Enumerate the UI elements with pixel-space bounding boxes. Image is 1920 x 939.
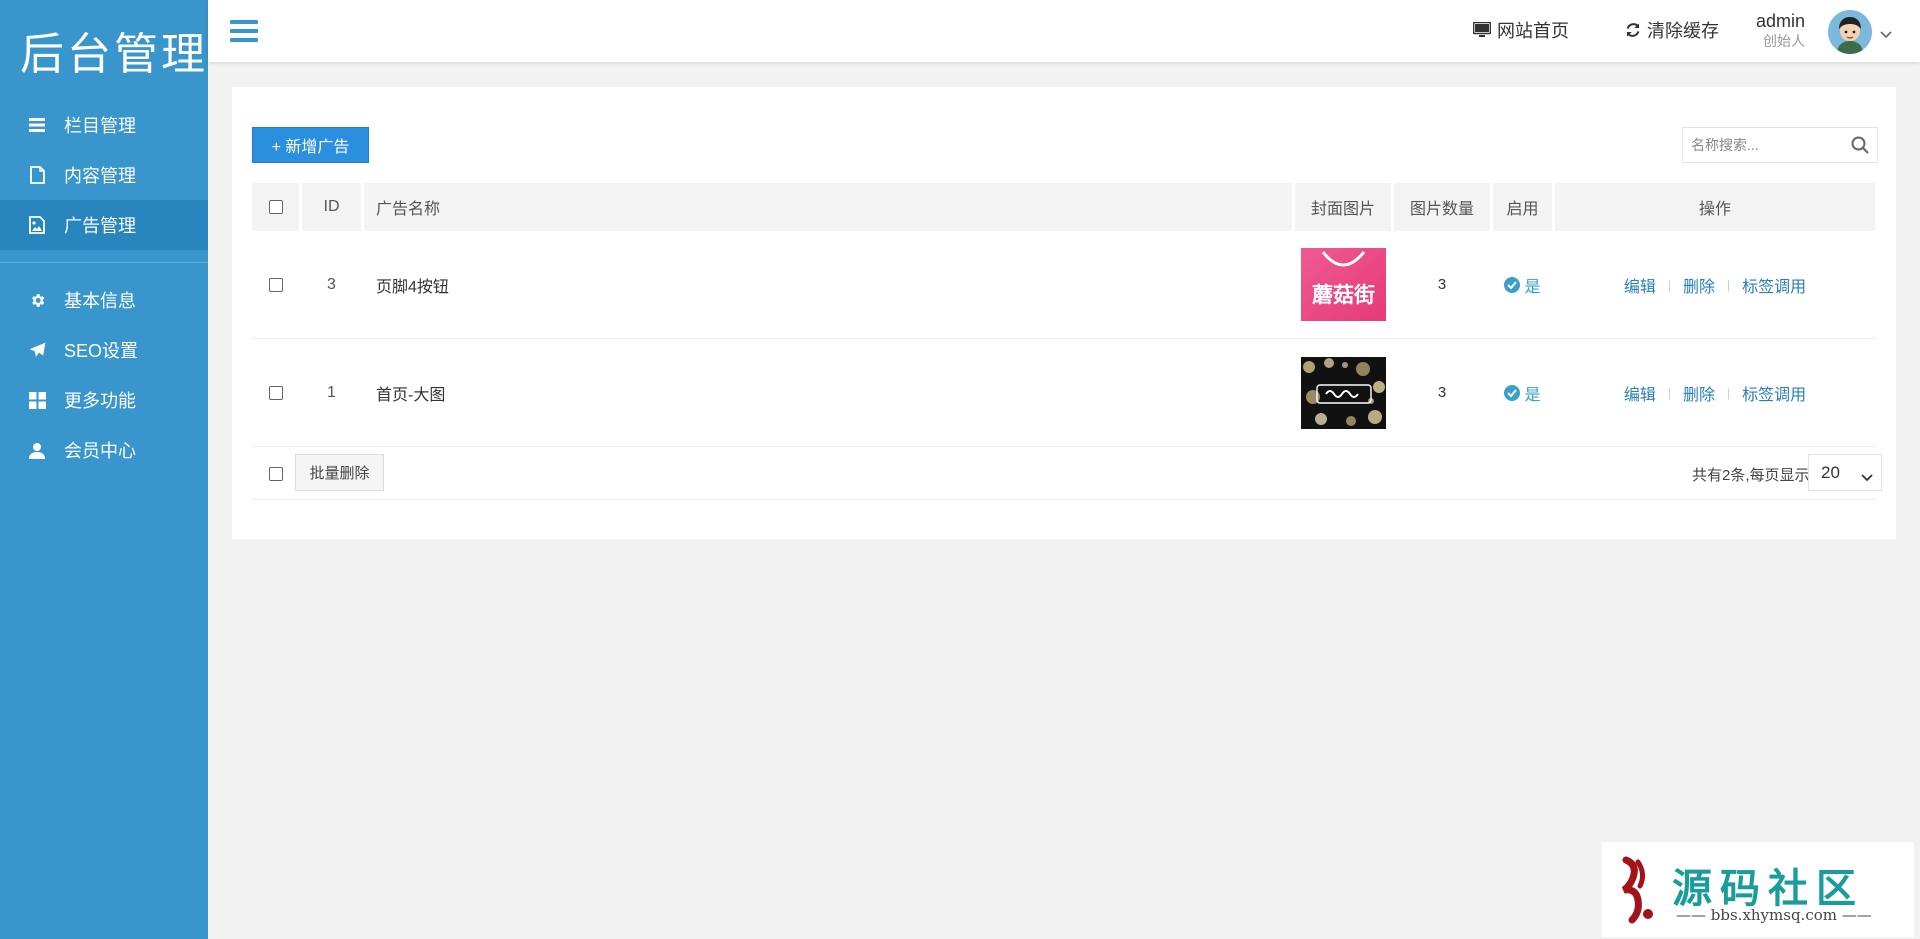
- row-name: 首页-大图: [376, 386, 446, 404]
- select-all-checkbox[interactable]: [268, 200, 283, 214]
- sidebar-item-category[interactable]: 栏目管理: [0, 100, 208, 150]
- sidebar-item-label: 内容管理: [64, 166, 136, 186]
- batch-delete-button[interactable]: 批量删除: [295, 454, 384, 491]
- status-text: 是: [1524, 386, 1541, 404]
- list-icon: [27, 115, 47, 135]
- clear-cache-label: 清除缓存: [1647, 21, 1719, 41]
- row-cover-cell: [1295, 339, 1391, 446]
- delete-link[interactable]: 删除: [1683, 381, 1715, 405]
- search-box: [1682, 127, 1878, 163]
- sidebar: 后台管理 栏目管理 内容管理 广告管理 基本信息 SEO设置 更多功能 会员中心: [0, 0, 208, 939]
- sidebar-item-label: 更多功能: [64, 391, 136, 411]
- row-id: 3: [327, 275, 336, 293]
- image-icon: [27, 215, 47, 235]
- header-id: ID: [302, 183, 361, 231]
- paper-plane-icon: [27, 340, 47, 360]
- row-checkbox[interactable]: [268, 385, 283, 400]
- header-ops: 操作: [1555, 183, 1875, 231]
- row-count: 3: [1437, 276, 1447, 293]
- ads-panel: + 新增广告 ID 广告名称 封面图片 图片数量 启用 操作 3 页脚4按钮: [232, 87, 1896, 539]
- row-ops: 编辑 | 删除 | 标签调用: [1555, 231, 1875, 338]
- row-checkbox-cell: [252, 231, 299, 338]
- user-info: admin 创始人: [1756, 10, 1805, 50]
- row-id: 1: [327, 383, 336, 401]
- status-badge: 是: [1504, 273, 1541, 297]
- header-enabled: 启用: [1493, 183, 1552, 231]
- gear-icon: [27, 290, 47, 310]
- tag-call-link[interactable]: 标签调用: [1742, 381, 1806, 405]
- edit-link[interactable]: 编辑: [1624, 381, 1656, 405]
- page-size-select[interactable]: 20: [1808, 454, 1882, 491]
- search-icon[interactable]: [1851, 136, 1869, 159]
- sidebar-item-more[interactable]: 更多功能: [0, 375, 208, 425]
- table-row: 3 页脚4按钮 蘑菇街 3 是 编辑 | 删除 | 标签调用: [252, 231, 1876, 339]
- header-cover: 封面图片: [1295, 183, 1391, 231]
- table-row: 1 首页-大图 3 是 编辑 | 删除 | 标签调用: [252, 339, 1876, 447]
- sidebar-item-basic-info[interactable]: 基本信息: [0, 275, 208, 325]
- total-count-text: 共有2条,每页显示: [1692, 467, 1810, 484]
- search-input[interactable]: [1683, 137, 1843, 153]
- row-name: 页脚4按钮: [376, 278, 449, 296]
- page-size-value: 20: [1821, 462, 1840, 482]
- row-checkbox[interactable]: [268, 277, 283, 292]
- table-header: ID 广告名称 封面图片 图片数量 启用 操作: [252, 183, 1876, 231]
- sidebar-item-label: 基本信息: [64, 291, 136, 311]
- menu-toggle-icon[interactable]: [230, 20, 258, 42]
- ops-divider: |: [1727, 277, 1731, 292]
- status-text: 是: [1524, 278, 1541, 296]
- check-circle-icon: [1504, 276, 1521, 293]
- clear-cache-link[interactable]: 清除缓存: [1625, 17, 1719, 43]
- ops-divider: |: [1667, 385, 1671, 400]
- cover-image[interactable]: 蘑菇街: [1300, 248, 1386, 321]
- site-home-link[interactable]: 网站首页: [1473, 17, 1569, 43]
- watermark-url: —— bbs.xhymsq.com ——: [1676, 906, 1872, 924]
- sidebar-item-label: 广告管理: [64, 216, 136, 236]
- watermark-seal-icon: [1612, 854, 1660, 926]
- refresh-icon: [1625, 22, 1641, 38]
- sidebar-item-ads[interactable]: 广告管理: [0, 200, 208, 250]
- row-ops: 编辑 | 删除 | 标签调用: [1555, 339, 1875, 446]
- edit-link[interactable]: 编辑: [1624, 273, 1656, 297]
- grid-icon: [27, 390, 47, 410]
- svg-text:蘑菇街: 蘑菇街: [1312, 283, 1375, 307]
- tag-call-link[interactable]: 标签调用: [1742, 273, 1806, 297]
- top-header: 网站首页 清除缓存 admin 创始人: [208, 0, 1920, 62]
- logo: 后台管理: [20, 30, 208, 79]
- sidebar-item-member[interactable]: 会员中心: [0, 425, 208, 475]
- ops-divider: |: [1727, 385, 1731, 400]
- row-count: 3: [1437, 384, 1447, 401]
- sidebar-divider: [0, 262, 208, 263]
- footer-select-all-checkbox[interactable]: [269, 467, 283, 481]
- user-name: admin: [1756, 11, 1806, 31]
- header-count: 图片数量: [1394, 183, 1490, 231]
- sidebar-item-content[interactable]: 内容管理: [0, 150, 208, 200]
- header-checkbox-cell: [252, 183, 299, 231]
- status-badge: 是: [1504, 381, 1541, 405]
- add-ad-button[interactable]: + 新增广告: [252, 127, 369, 163]
- row-checkbox-cell: [252, 339, 299, 446]
- sidebar-item-label: 会员中心: [64, 441, 136, 461]
- table-footer: 批量删除 共有2条,每页显示 20: [252, 447, 1882, 500]
- ops-divider: |: [1667, 277, 1671, 292]
- sidebar-item-seo[interactable]: SEO设置: [0, 325, 208, 375]
- chevron-down-icon: [1861, 467, 1873, 487]
- header-name: 广告名称: [364, 183, 1292, 231]
- chevron-down-icon[interactable]: [1880, 26, 1892, 44]
- row-enabled-cell: 是: [1493, 339, 1552, 446]
- row-enabled-cell: 是: [1493, 231, 1552, 338]
- monitor-icon: [1473, 22, 1491, 38]
- site-home-label: 网站首页: [1497, 21, 1569, 41]
- check-circle-icon: [1504, 384, 1521, 401]
- cover-image[interactable]: [1300, 356, 1386, 429]
- sidebar-item-label: 栏目管理: [64, 116, 136, 136]
- avatar[interactable]: [1828, 10, 1872, 54]
- row-cover-cell: 蘑菇街: [1295, 231, 1391, 338]
- user-role: 创始人: [1763, 33, 1806, 49]
- watermark: 源码社区 —— bbs.xhymsq.com ——: [1602, 842, 1914, 937]
- user-icon: [27, 440, 47, 460]
- sidebar-item-label: SEO设置: [64, 341, 139, 361]
- file-icon: [27, 165, 47, 185]
- delete-link[interactable]: 删除: [1683, 273, 1715, 297]
